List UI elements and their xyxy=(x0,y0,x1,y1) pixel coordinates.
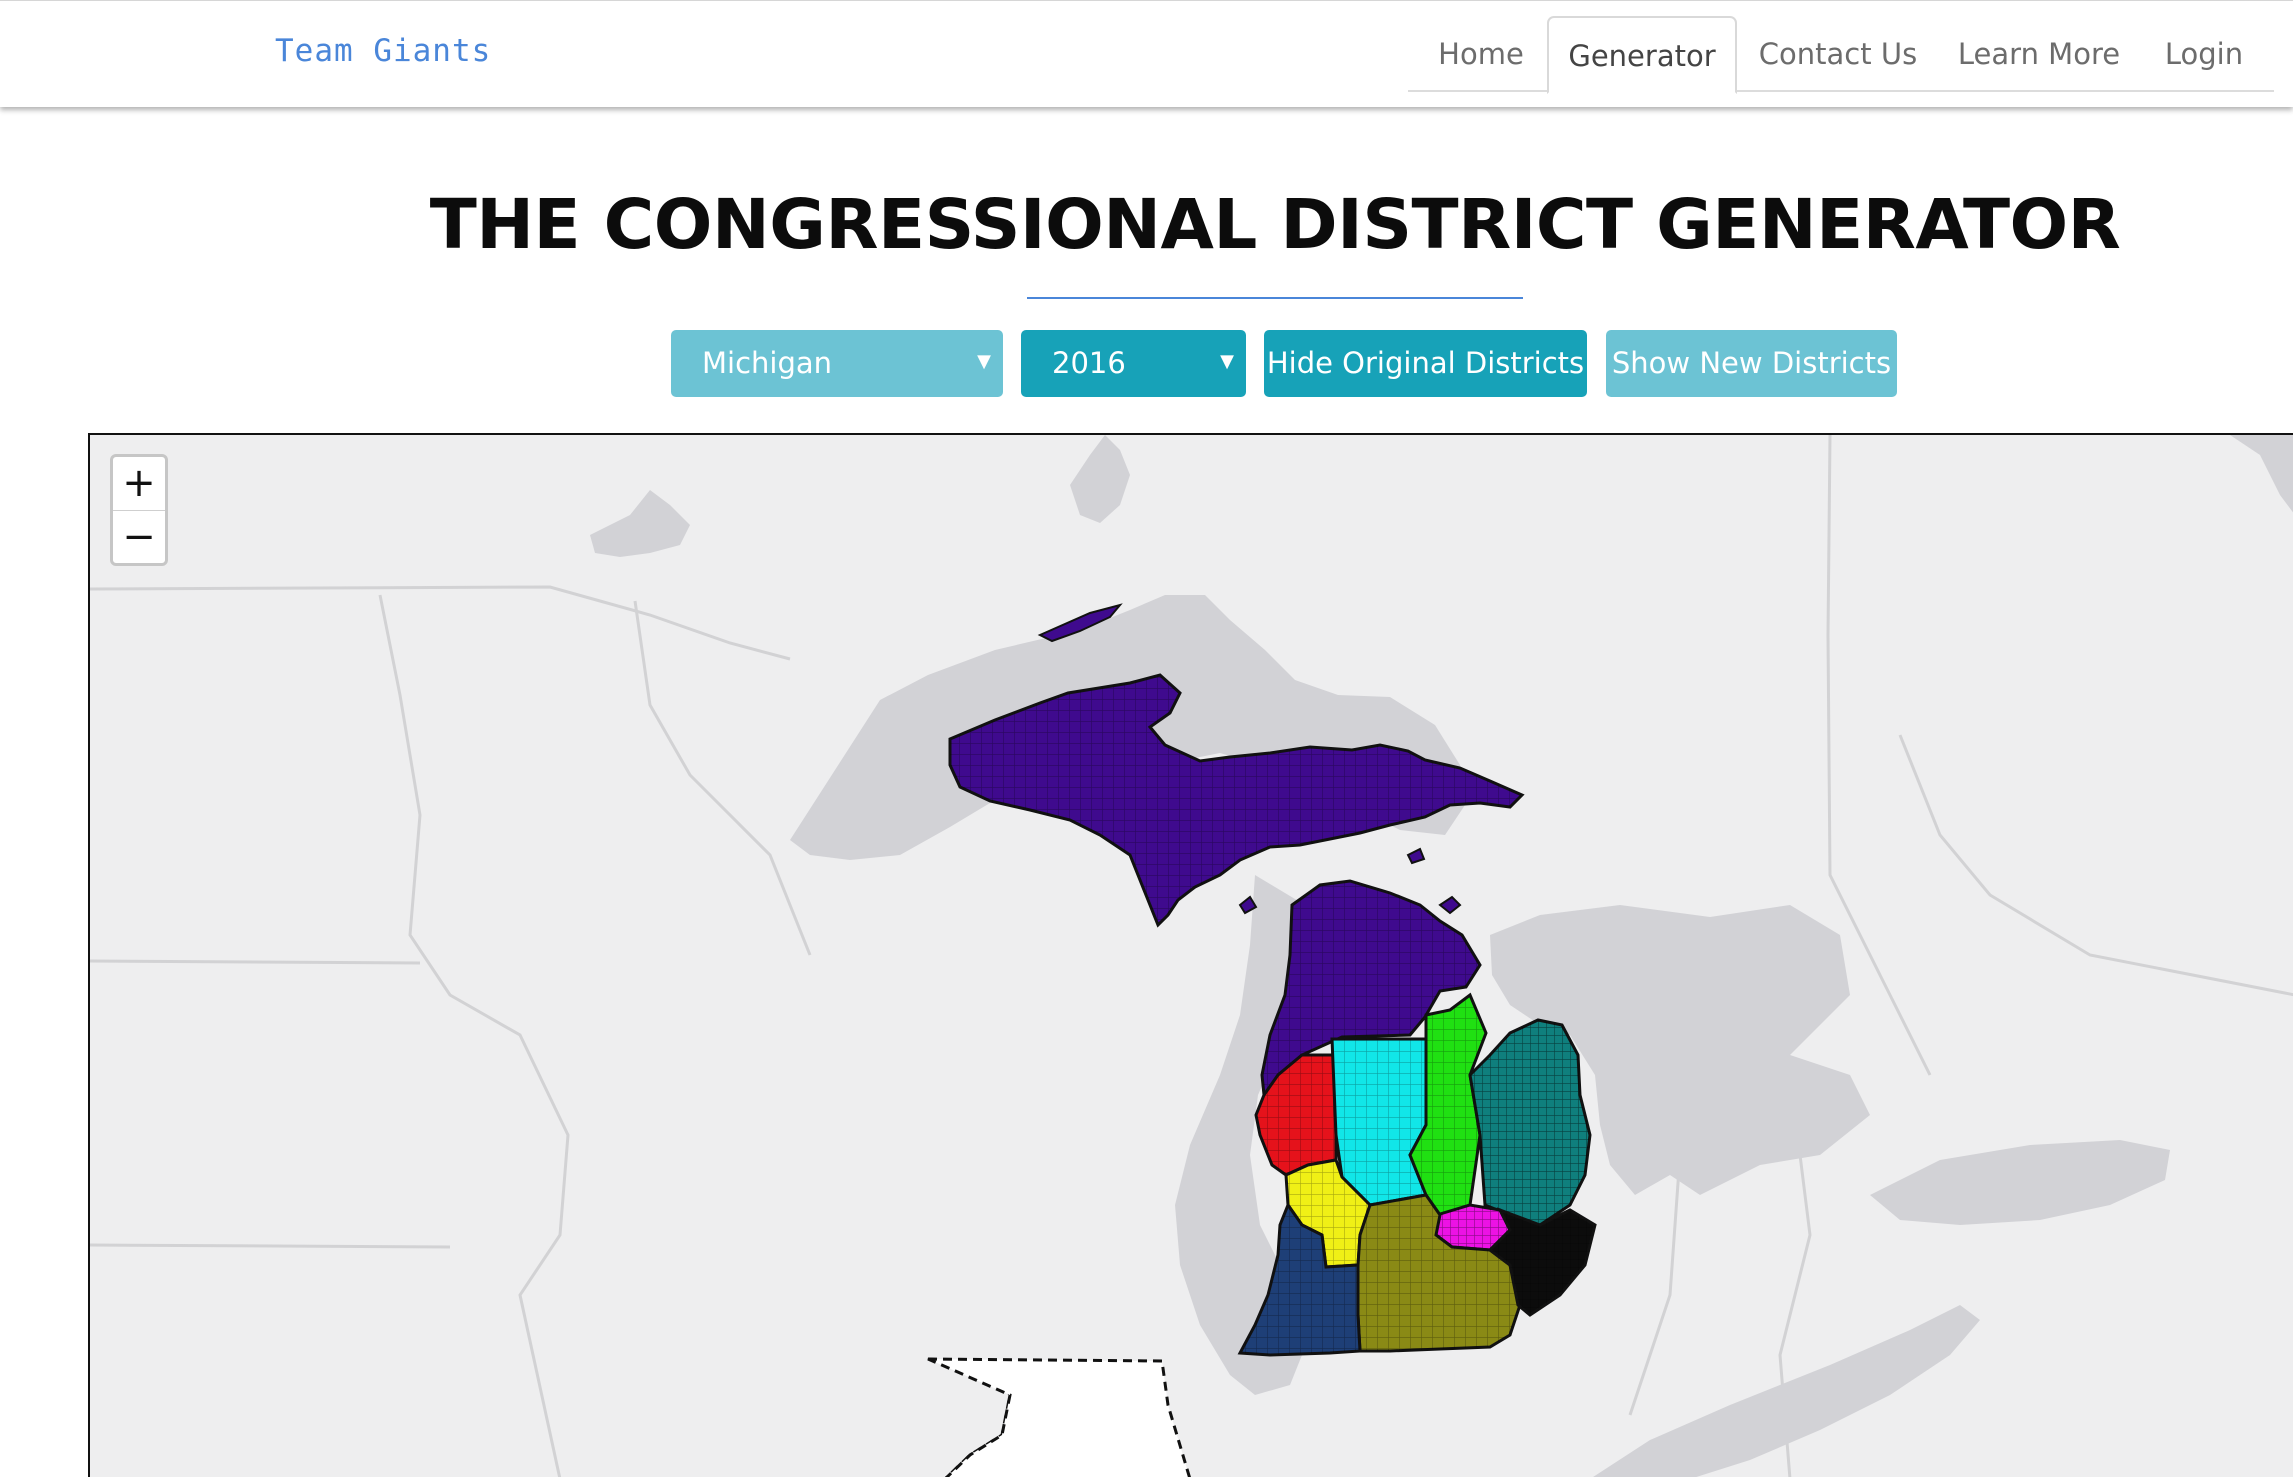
nav-learn-more[interactable]: Learn More xyxy=(1939,16,2139,92)
nav-generator[interactable]: Generator xyxy=(1547,16,1737,94)
nav-contact-us[interactable]: Contact Us xyxy=(1737,16,1939,92)
page-title: THE CONGRESSIONAL DISTRICT GENERATOR xyxy=(429,185,2121,265)
zoom-in-button[interactable]: + xyxy=(113,457,165,510)
zoom-control: + − xyxy=(110,454,168,566)
map-view[interactable]: + − xyxy=(88,433,2293,1477)
indiana-block xyxy=(927,1357,1191,1477)
chevron-down-icon: ▼ xyxy=(977,351,991,372)
year-select-value: 2016 xyxy=(1052,346,1126,380)
nav-tabs: Home Generator Contact Us Learn More Log… xyxy=(1408,16,2274,94)
title-divider xyxy=(1027,297,1523,299)
zoom-out-button[interactable]: − xyxy=(113,510,165,564)
nav-home[interactable]: Home xyxy=(1408,16,1554,92)
navbar: Team Giants Home Generator Contact Us Le… xyxy=(0,0,2293,107)
state-select-value: Michigan xyxy=(702,346,833,380)
map-canvas xyxy=(90,435,2293,1477)
chevron-down-icon: ▼ xyxy=(1220,351,1234,372)
nav-login[interactable]: Login xyxy=(2139,16,2269,92)
brand-link[interactable]: Team Giants xyxy=(275,33,491,69)
year-select[interactable]: 2016 ▼ xyxy=(1021,330,1246,397)
show-new-districts-button[interactable]: Show New Districts xyxy=(1606,330,1897,397)
hide-original-districts-button[interactable]: Hide Original Districts xyxy=(1264,330,1587,397)
state-select[interactable]: Michigan ▼ xyxy=(671,330,1003,397)
